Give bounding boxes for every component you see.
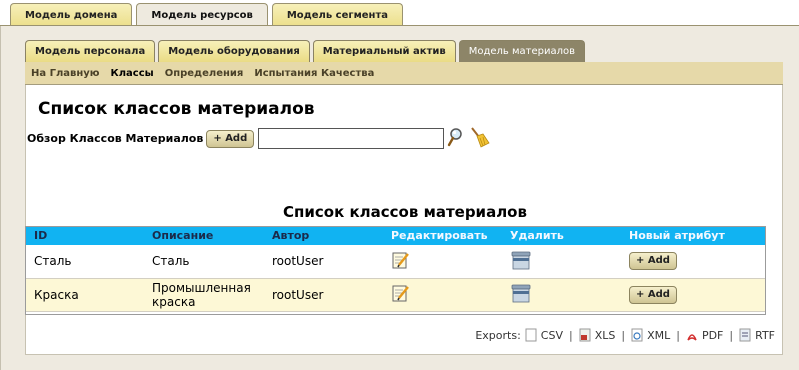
nav-quality-tests[interactable]: Испытания Качества xyxy=(254,68,374,79)
classes-table: ID Описание Автор Редактировать Удалить … xyxy=(25,226,765,312)
csv-file-icon xyxy=(525,328,537,342)
export-pdf-link[interactable]: PDF xyxy=(686,328,723,342)
cell-description: Промышленная краска xyxy=(152,280,251,309)
trash-bin-icon[interactable] xyxy=(510,249,532,274)
new-attribute-cell: + Add xyxy=(620,278,765,311)
table-header: ID Описание Автор Редактировать Удалить … xyxy=(25,226,765,245)
exports-label: Exports: xyxy=(475,328,521,342)
search-input[interactable] xyxy=(258,128,445,149)
cell-id: Сталь xyxy=(34,254,72,269)
browse-label: Обзор Классов Материалов xyxy=(27,132,204,145)
cell-id: Краска xyxy=(34,287,79,302)
top-tabs: Модель домена Модель ресурсов Модель сег… xyxy=(10,3,404,27)
export-csv-link[interactable]: CSV xyxy=(525,328,563,342)
export-xls-link[interactable]: XLS xyxy=(579,328,616,342)
cell-author: rootUser xyxy=(272,287,324,302)
delete-cell xyxy=(501,278,620,311)
tab-material-asset[interactable]: Материальный актив xyxy=(312,40,456,62)
xls-file-icon xyxy=(579,328,591,342)
content-area: Список классов материалов Обзор Классов … xyxy=(25,85,783,355)
trash-bin-icon[interactable] xyxy=(510,282,532,307)
sub-navigation: На Главную Классы Определения Испытания … xyxy=(25,62,783,85)
browse-row: Обзор Классов Материалов + Add xyxy=(27,126,490,151)
tab-personnel-model[interactable]: Модель персонала xyxy=(25,40,156,62)
col-new-attribute: Новый атрибут xyxy=(629,229,725,242)
add-class-button[interactable]: + Add xyxy=(206,129,255,148)
rtf-file-icon xyxy=(739,328,751,342)
tab-resource-model[interactable]: Модель ресурсов xyxy=(136,3,268,27)
new-attribute-cell: + Add xyxy=(620,245,765,278)
col-author[interactable]: Автор xyxy=(263,226,382,245)
exports-bar: Exports: CSV | XLS | XML | PDF | RTF xyxy=(475,328,775,342)
export-xml-label: XML xyxy=(647,328,671,342)
export-separator: | xyxy=(729,328,734,342)
col-description[interactable]: Описание xyxy=(143,226,263,245)
delete-cell xyxy=(501,245,620,278)
tab-domain-model[interactable]: Модель домена xyxy=(10,3,133,26)
tab-material-model[interactable]: Модель материалов xyxy=(458,40,586,62)
export-separator: | xyxy=(621,328,626,342)
export-separator: | xyxy=(568,328,573,342)
page-title: Список классов материалов xyxy=(38,99,315,119)
export-csv-label: CSV xyxy=(540,328,563,342)
col-edit: Редактировать xyxy=(391,229,488,242)
pdf-file-icon xyxy=(687,334,697,341)
export-rtf-link[interactable]: RTF xyxy=(739,328,775,342)
tab-segment-model[interactable]: Модель сегмента xyxy=(271,3,404,26)
export-xml-link[interactable]: XML xyxy=(631,328,670,342)
table-row: Сталь Сталь rootUser + Add xyxy=(25,245,765,278)
edit-cell xyxy=(382,245,501,278)
export-xls-label: XLS xyxy=(594,328,616,342)
col-id[interactable]: ID xyxy=(25,226,143,245)
broom-icon[interactable] xyxy=(468,126,490,151)
edit-cell xyxy=(382,278,501,311)
notepad-pencil-icon[interactable] xyxy=(391,283,411,306)
nav-home[interactable]: На Главную xyxy=(31,68,100,79)
add-attribute-button[interactable]: + Add xyxy=(629,285,677,304)
table-row: Краска Промышленная краска rootUser + Ad… xyxy=(25,278,765,311)
nav-definitions[interactable]: Определения xyxy=(165,68,244,79)
xml-file-icon xyxy=(631,328,643,342)
cell-description: Сталь xyxy=(152,254,190,269)
nav-classes[interactable]: Классы xyxy=(111,68,154,79)
add-attribute-button[interactable]: + Add xyxy=(629,252,677,271)
sub-tabs: Модель персонала Модель оборудования Мат… xyxy=(25,40,586,62)
notepad-pencil-icon[interactable] xyxy=(391,250,411,273)
col-delete: Удалить xyxy=(510,229,564,242)
tab-equipment-model[interactable]: Модель оборудования xyxy=(158,40,310,62)
cell-author: rootUser xyxy=(272,254,324,269)
export-separator: | xyxy=(676,328,680,342)
export-pdf-label: PDF xyxy=(701,328,724,342)
magnifier-icon[interactable] xyxy=(447,127,465,150)
export-rtf-label: RTF xyxy=(755,328,775,342)
table-title: Список классов материалов xyxy=(283,203,527,221)
